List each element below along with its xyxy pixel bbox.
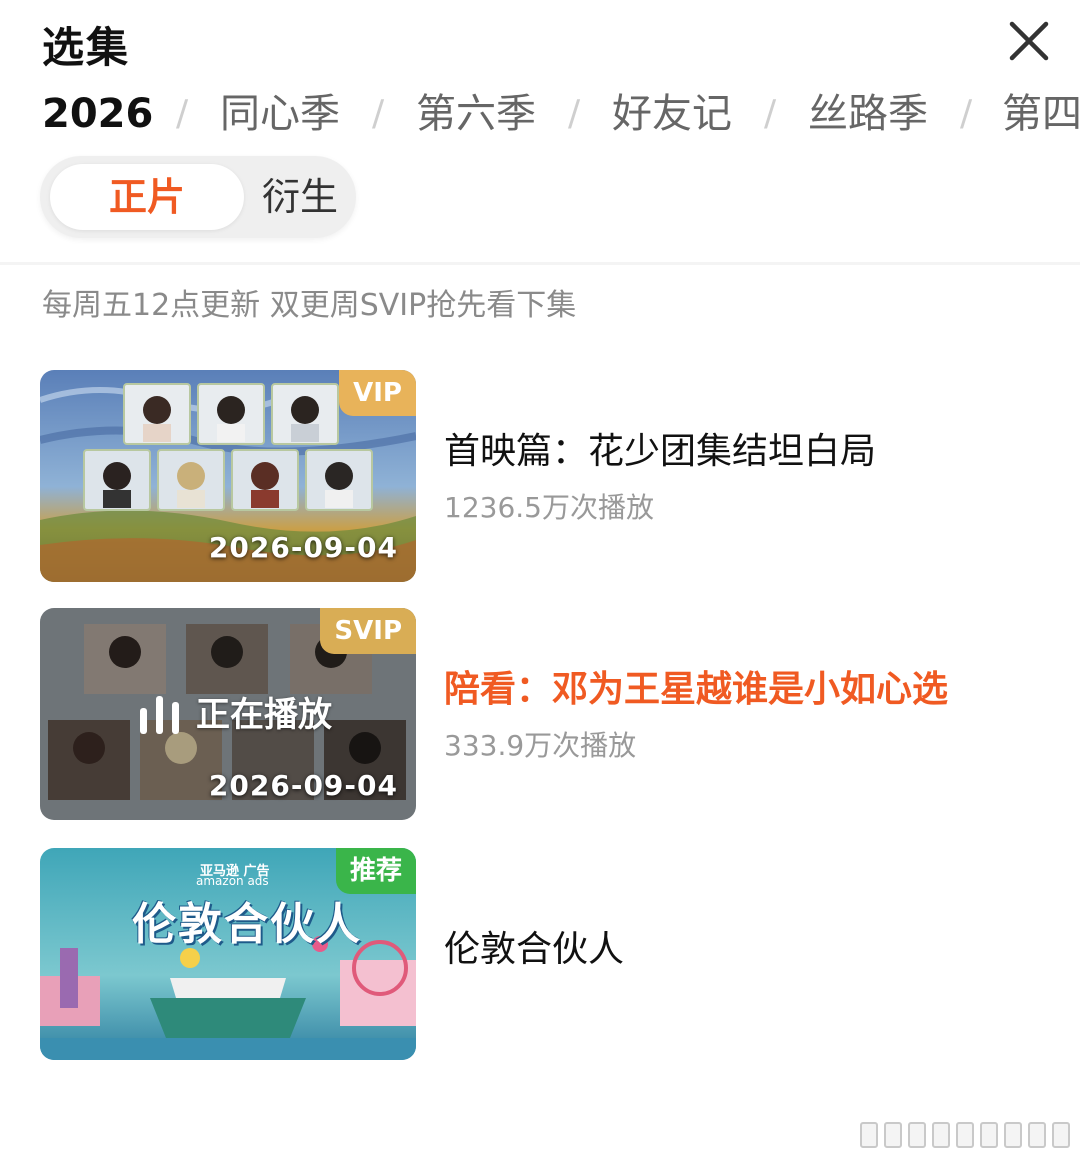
recommended-title[interactable]: 伦敦合伙人 [444,926,624,974]
indicator-cell [884,1122,902,1148]
playing-bars-icon [140,696,179,734]
recommended-item[interactable]: 亚马逊 广告 amazon ads 伦敦合伙人 推荐 伦敦合伙人 [0,848,1080,1062]
air-date: 2026-09-04 [208,531,398,564]
indicator-cell [980,1122,998,1148]
vip-badge: VIP [339,370,416,416]
indicator-cell [1052,1122,1070,1148]
tab-season-tongxin[interactable]: 同心季 [220,84,340,144]
tab-separator: / [764,93,777,134]
tab-season-silu[interactable]: 丝路季 [808,84,928,144]
tab-separator: / [568,93,581,134]
recommended-thumbnail[interactable]: 亚马逊 广告 amazon ads 伦敦合伙人 推荐 [40,848,416,1060]
indicator-cell [1004,1122,1022,1148]
tab-season-haoyou[interactable]: 好友记 [612,84,732,144]
tab-separator: / [176,93,189,134]
toggle-derivative[interactable]: 衍生 [244,164,356,230]
close-button[interactable] [1000,14,1056,70]
season-tabs: 2026 / 同心季 / 第六季 / 好友记 / 丝路季 / 第四 [0,84,1080,144]
episode-title[interactable]: 首映篇：花少团集结坦白局 [444,428,876,476]
tab-season-six[interactable]: 第六季 [416,84,536,144]
panel-title: 选集 [42,23,131,72]
amazon-ads-logo: amazon ads [196,874,269,888]
indicator-cell [956,1122,974,1148]
update-schedule-note: 每周五12点更新 双更周SVIP抢先看下集 [42,288,577,323]
now-playing-indicator: 正在播放 [140,692,332,738]
tab-season-four[interactable]: 第四 [1002,84,1080,144]
type-toggle: 正片 衍生 [40,156,356,238]
bottom-indicator [860,1118,1070,1152]
view-count: 1236.5万次播放 [444,491,654,524]
episode-title[interactable]: 陪看：邓为王星越谁是小如心选 [444,666,948,714]
indicator-cell [860,1122,878,1148]
show-logo-text: 伦敦合伙人 [132,899,362,950]
toggle-main-episodes[interactable]: 正片 [50,164,244,230]
svip-badge: SVIP [320,608,416,654]
tab-separator: / [960,93,973,134]
close-icon [1009,21,1049,61]
indicator-cell [1028,1122,1046,1148]
indicator-cell [932,1122,950,1148]
indicator-cell [908,1122,926,1148]
panel-header: 选集 [0,0,1080,80]
air-date: 2026-09-04 [208,769,398,802]
divider [0,262,1080,265]
tab-season-2026[interactable]: 2026 [42,84,153,144]
episode-thumbnail[interactable]: SVIP 正在播放 2026-09-04 [40,608,416,820]
recommend-badge: 推荐 [335,848,416,894]
episode-item-current[interactable]: SVIP 正在播放 2026-09-04 陪看：邓为王星越谁是小如心选 333.… [0,608,1080,822]
now-playing-label: 正在播放 [196,695,332,735]
episode-thumbnail[interactable]: VIP 2026-09-04 [40,370,416,582]
episode-item[interactable]: VIP 2026-09-04 首映篇：花少团集结坦白局 1236.5万次播放 [0,370,1080,584]
tab-separator: / [372,93,385,134]
view-count: 333.9万次播放 [444,729,637,762]
